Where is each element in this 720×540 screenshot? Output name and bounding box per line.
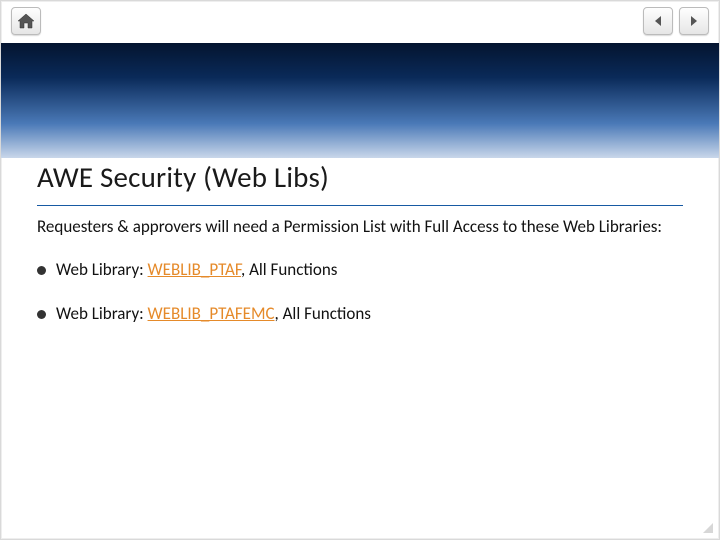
page-title: AWE Security (Web Libs) xyxy=(37,159,683,201)
lib-name-link[interactable]: WEBLIB_PTAFEMC xyxy=(148,303,275,324)
header-banner xyxy=(1,43,719,158)
toolbar-right xyxy=(643,7,709,35)
bullet-prefix: Web Library: xyxy=(56,259,148,280)
triangle-left-icon xyxy=(652,15,664,27)
triangle-right-icon xyxy=(688,15,700,27)
body-content: Requesters & approvers will need a Permi… xyxy=(37,216,683,347)
bullet-text: Web Library: WEBLIB_PTAF, All Functions xyxy=(56,259,337,281)
page-corner-icon xyxy=(703,523,713,533)
bullet-icon xyxy=(37,266,46,275)
lib-name-link[interactable]: WEBLIB_PTAF xyxy=(148,259,241,280)
bullet-prefix: Web Library: xyxy=(56,303,148,324)
home-button[interactable] xyxy=(11,7,41,35)
title-underline xyxy=(37,205,683,206)
bullet-suffix: , All Functions xyxy=(241,259,337,280)
toolbar xyxy=(1,1,719,41)
bullet-suffix: , All Functions xyxy=(275,303,371,324)
toolbar-left xyxy=(11,7,41,35)
home-icon xyxy=(17,13,35,29)
bullet-text: Web Library: WEBLIB_PTAFEMC, All Functio… xyxy=(56,303,371,325)
nav-forward-button[interactable] xyxy=(679,7,709,35)
list-item: Web Library: WEBLIB_PTAF, All Functions xyxy=(37,259,683,281)
nav-back-button[interactable] xyxy=(643,7,673,35)
bullet-list: Web Library: WEBLIB_PTAF, All Functions … xyxy=(37,259,683,325)
intro-text: Requesters & approvers will need a Permi… xyxy=(37,216,683,237)
list-item: Web Library: WEBLIB_PTAFEMC, All Functio… xyxy=(37,303,683,325)
slide-frame: AWE Security (Web Libs) Requesters & app… xyxy=(0,0,720,540)
title-block: AWE Security (Web Libs) xyxy=(37,159,683,206)
bullet-icon xyxy=(37,310,46,319)
